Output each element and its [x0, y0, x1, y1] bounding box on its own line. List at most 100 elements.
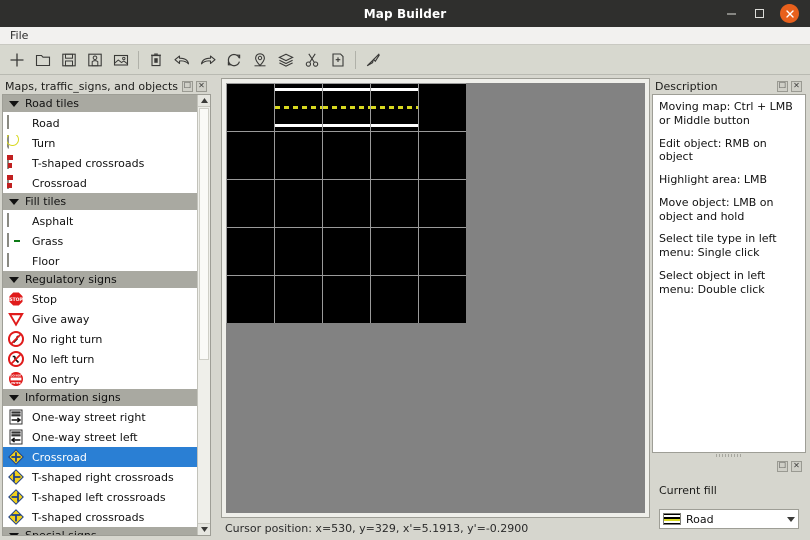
float-icon[interactable]: ☐ — [182, 80, 193, 92]
description-line: Edit object: RMB on object — [659, 136, 767, 164]
add-page-icon[interactable] — [325, 47, 351, 73]
tree-group-special-signs[interactable]: Special signs — [3, 527, 197, 535]
tree-item-one-way-street-left[interactable]: One-way street left — [3, 427, 197, 447]
map-grid[interactable] — [226, 83, 466, 323]
map-area: Cursor position: x=530, y=329, x'=5.1913… — [217, 76, 652, 540]
save-as-icon[interactable] — [82, 47, 108, 73]
marker-pin-icon[interactable] — [247, 47, 273, 73]
map-cell-3-2[interactable] — [323, 228, 370, 275]
menu-item-file[interactable]: File — [6, 28, 32, 43]
objects-tree-scrollbar[interactable] — [197, 95, 210, 535]
map-cell-1-1[interactable] — [275, 132, 322, 179]
map-cell-0-4[interactable] — [419, 84, 466, 131]
map-cell-2-1[interactable] — [275, 180, 322, 227]
right-dock: Description ☐ ✕ Moving map: Ctrl + LMB o… — [652, 76, 810, 540]
map-cell-4-4[interactable] — [419, 276, 466, 323]
tree-item-no-entry[interactable]: DO NOT ENTER No entry — [3, 369, 197, 389]
tree-group-label: Fill tiles — [25, 195, 67, 208]
tree-item-turn[interactable]: Turn — [3, 133, 197, 153]
tile-grass-icon — [7, 232, 25, 250]
map-cell-1-4[interactable] — [419, 132, 466, 179]
map-cell-1-2[interactable] — [323, 132, 370, 179]
tree-item-give-away[interactable]: Give away — [3, 309, 197, 329]
map-cell-2-3[interactable] — [371, 180, 418, 227]
tree-item-one-way-street-right[interactable]: One-way street right — [3, 407, 197, 427]
description-panel-header: Description ☐ ✕ — [652, 78, 806, 94]
redo-icon[interactable] — [195, 47, 221, 73]
map-cell-0-1[interactable] — [275, 84, 322, 131]
map-cell-3-4[interactable] — [419, 228, 466, 275]
map-cell-0-0[interactable] — [227, 84, 274, 131]
menu-bar: File — [0, 27, 810, 45]
tree-item-no-right-turn[interactable]: No right turn — [3, 329, 197, 349]
map-cell-0-2[interactable] — [323, 84, 370, 131]
chevron-down-icon — [9, 276, 19, 283]
layers-icon[interactable] — [273, 47, 299, 73]
new-icon[interactable] — [4, 47, 30, 73]
scroll-up-icon[interactable] — [198, 95, 210, 107]
cut-scissors-icon[interactable] — [299, 47, 325, 73]
map-cell-4-1[interactable] — [275, 276, 322, 323]
tree-item-t-shaped-right-crossroads[interactable]: T-shaped right crossroads — [3, 467, 197, 487]
scroll-down-icon[interactable] — [198, 523, 210, 535]
close-icon[interactable]: ✕ — [791, 80, 802, 92]
tree-item-t-shaped-crossroads-sign[interactable]: T-shaped crossroads — [3, 507, 197, 527]
close-icon[interactable]: ✕ — [196, 80, 207, 92]
tree-item-road[interactable]: Road — [3, 113, 197, 133]
map-canvas-container[interactable] — [221, 78, 650, 518]
map-cell-1-3[interactable] — [371, 132, 418, 179]
tree-item-t-shaped-left-crossroads[interactable]: T-shaped left crossroads — [3, 487, 197, 507]
tree-group-label: Road tiles — [25, 97, 80, 110]
map-cell-2-2[interactable] — [323, 180, 370, 227]
objects-panel-dock-buttons: ☐ ✕ — [182, 80, 209, 92]
chevron-down-icon[interactable] — [787, 516, 795, 522]
window-controls — [724, 4, 810, 23]
brush-icon[interactable] — [360, 47, 386, 73]
map-cell-3-1[interactable] — [275, 228, 322, 275]
tree-item-no-left-turn[interactable]: No left turn — [3, 349, 197, 369]
export-image-icon[interactable] — [108, 47, 134, 73]
sign-one-way-left-icon — [7, 429, 25, 446]
tree-group-information-signs[interactable]: Information signs — [3, 389, 197, 407]
map-cell-3-3[interactable] — [371, 228, 418, 275]
tree-item-floor[interactable]: Floor — [3, 251, 197, 271]
tree-group-regulatory-signs[interactable]: Regulatory signs — [3, 271, 197, 289]
delete-icon[interactable] — [143, 47, 169, 73]
status-bar: Cursor position: x=530, y=329, x'=5.1913… — [221, 518, 650, 538]
tree-group-road-tiles[interactable]: Road tiles — [3, 95, 197, 113]
description-dock-buttons: ☐ ✕ — [777, 80, 804, 92]
tree-item-label: One-way street left — [32, 430, 138, 444]
map-cell-4-2[interactable] — [323, 276, 370, 323]
map-cell-3-0[interactable] — [227, 228, 274, 275]
map-cell-2-0[interactable] — [227, 180, 274, 227]
tree-item-t-shaped-crossroads[interactable]: T-shaped crossroads — [3, 153, 197, 173]
map-cell-4-0[interactable] — [227, 276, 274, 323]
map-cell-0-3[interactable] — [371, 84, 418, 131]
close-icon[interactable] — [780, 4, 799, 23]
tree-item-grass[interactable]: Grass — [3, 231, 197, 251]
map-cell-4-3[interactable] — [371, 276, 418, 323]
undo-icon[interactable] — [169, 47, 195, 73]
close-icon[interactable]: ✕ — [791, 460, 802, 472]
sign-no-left-turn-icon — [7, 351, 25, 368]
tree-item-crossroad[interactable]: Crossroad — [3, 173, 197, 193]
float-icon[interactable]: ☐ — [777, 460, 788, 472]
minimize-icon[interactable] — [724, 7, 738, 21]
map-canvas[interactable] — [226, 83, 645, 513]
tree-item-label: T-shaped left crossroads — [32, 490, 166, 504]
toolbar-separator-1 — [138, 50, 139, 69]
map-cell-2-4[interactable] — [419, 180, 466, 227]
tree-item-asphalt[interactable]: Asphalt — [3, 211, 197, 231]
current-fill-select[interactable]: Road — [659, 509, 799, 529]
scrollbar-thumb[interactable] — [199, 108, 209, 360]
map-cell-1-0[interactable] — [227, 132, 274, 179]
tree-group-fill-tiles[interactable]: Fill tiles — [3, 193, 197, 211]
svg-text:ENTER: ENTER — [11, 381, 20, 385]
maximize-icon[interactable] — [752, 7, 766, 21]
rotate-icon[interactable] — [221, 47, 247, 73]
float-icon[interactable]: ☐ — [777, 80, 788, 92]
save-icon[interactable] — [56, 47, 82, 73]
open-folder-icon[interactable] — [30, 47, 56, 73]
tree-item-stop[interactable]: STOP Stop — [3, 289, 197, 309]
tree-item-crossroad-sign[interactable]: Crossroad — [3, 447, 197, 467]
